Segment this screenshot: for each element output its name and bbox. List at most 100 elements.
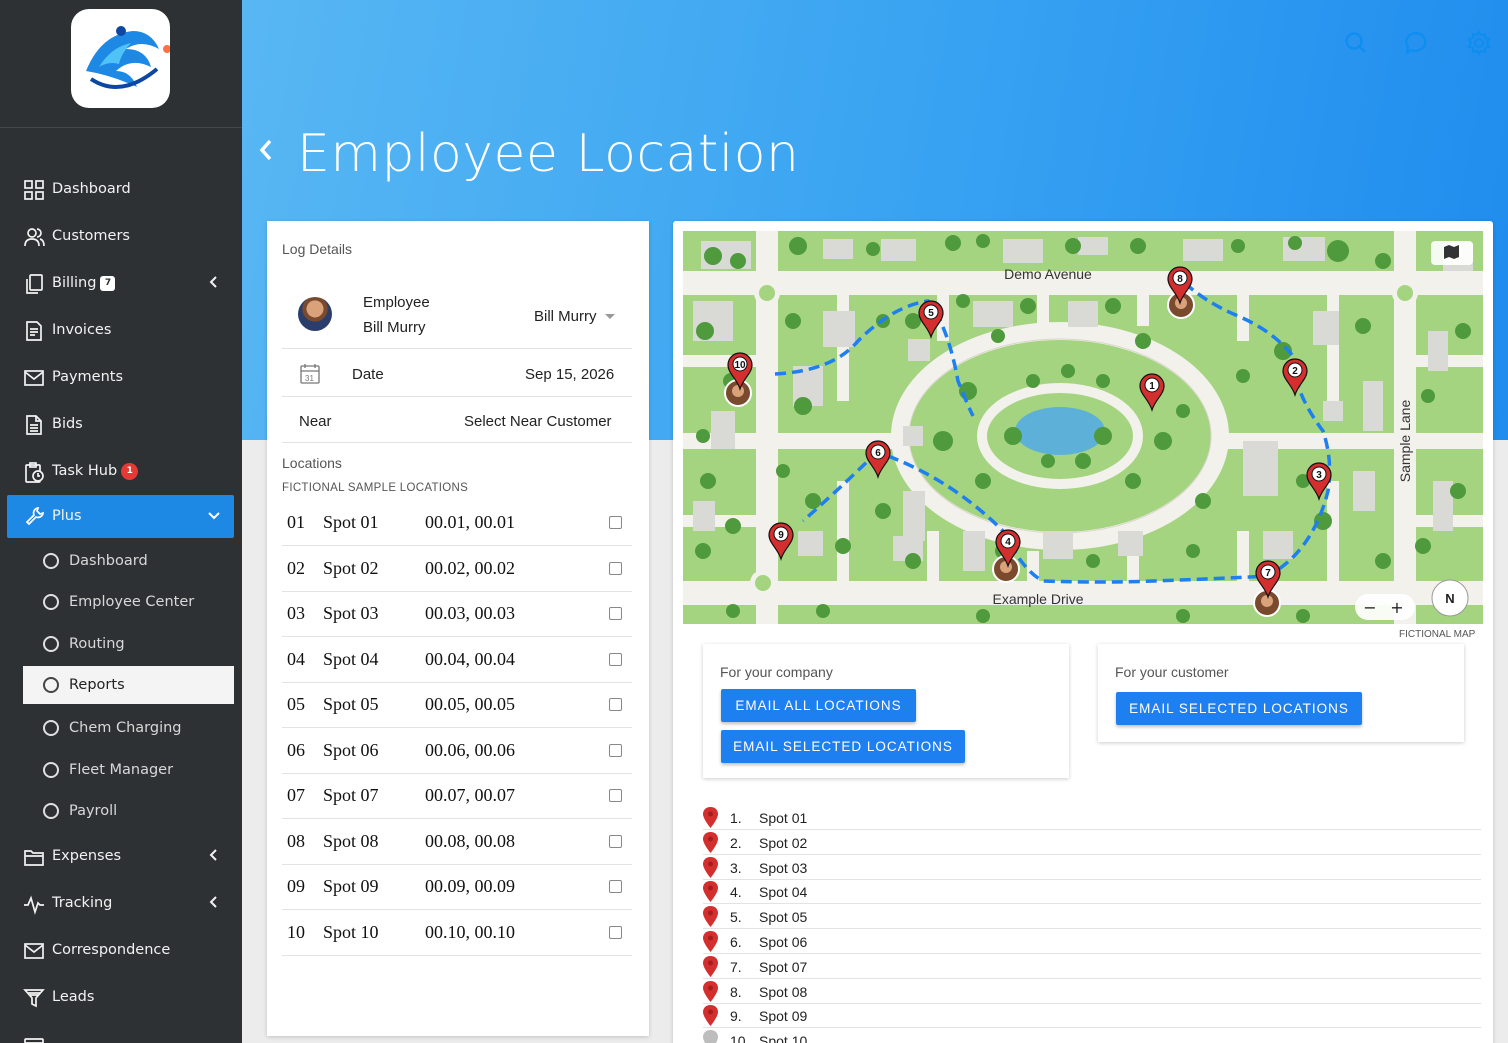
list-item[interactable]: 3. Spot 03: [703, 855, 1481, 880]
location-coords: 00.09, 00.09: [425, 876, 515, 896]
sidebar-item-expenses[interactable]: Expenses: [0, 837, 242, 877]
list-item[interactable]: 7. Spot 07: [703, 954, 1481, 979]
divider: [282, 442, 632, 443]
back-arrow-icon[interactable]: [256, 137, 276, 163]
map-pin-icon: [703, 881, 718, 903]
route-map[interactable]: Demo Avenue Example Drive Sample Lane 1 2…: [683, 231, 1483, 624]
list-item[interactable]: 9. Spot 09: [703, 1003, 1481, 1029]
sub-item-dashboard[interactable]: Dashboard: [23, 542, 234, 580]
map-layers-icon: [1444, 245, 1459, 259]
zoom-out-button: −: [1363, 598, 1376, 617]
sidebar-item-bids[interactable]: Bids: [0, 405, 242, 445]
sub-item-label: Routing: [69, 636, 125, 652]
location-spot: Spot 04: [323, 648, 379, 669]
location-checkbox[interactable]: [609, 834, 622, 848]
email-all-locations-button[interactable]: EMAIL ALL LOCATIONS: [721, 689, 916, 722]
sidebar-item-dashboard[interactable]: Dashboard: [0, 170, 242, 210]
email-selected-locations-company-button[interactable]: EMAIL SELECTED LOCATIONS: [721, 730, 965, 763]
chevron-left-icon[interactable]: [207, 275, 221, 289]
sub-item-payroll[interactable]: Payroll: [23, 792, 234, 830]
sidebar-item-correspondence[interactable]: Correspondence: [0, 931, 242, 971]
location-number: 05: [287, 694, 305, 714]
list-item[interactable]: 6. Spot 06: [703, 929, 1481, 954]
location-checkbox[interactable]: [609, 698, 622, 711]
location-checkbox[interactable]: [609, 607, 622, 620]
circle-icon: [43, 803, 59, 819]
search-icon[interactable]: [1343, 30, 1369, 56]
employee-avatar: [298, 297, 332, 331]
location-spot: Spot 02: [323, 557, 379, 578]
list-item-name: Spot 06: [759, 934, 808, 950]
location-row[interactable]: 10 Spot 10 00.10, 00.10: [282, 911, 632, 956]
list-item[interactable]: 10. Spot 10: [703, 1028, 1481, 1043]
sub-item-reports[interactable]: Reports: [23, 666, 234, 704]
location-checkbox[interactable]: [609, 925, 622, 939]
settings-icon[interactable]: [1466, 30, 1492, 56]
location-number: 06: [287, 739, 305, 760]
employee-select-value: Bill Murry: [534, 308, 597, 325]
sub-item-routing[interactable]: Routing: [23, 625, 234, 663]
location-checkbox[interactable]: [609, 880, 622, 893]
list-item-name: Spot 07: [759, 958, 808, 975]
logo-badge[interactable]: [71, 9, 170, 108]
sidebar-item-plus[interactable]: Plus: [7, 495, 234, 538]
sidebar-item-billing[interactable]: Billing 7: [0, 264, 242, 304]
map-marker-number: 5: [928, 308, 934, 319]
sub-item-chem-charging[interactable]: Chem Charging: [23, 709, 234, 747]
location-row[interactable]: 08 Spot 08 00.08, 00.08: [282, 820, 632, 865]
circle-icon: [43, 636, 59, 652]
location-row[interactable]: 01 Spot 01 00.01, 00.01: [282, 501, 632, 546]
date-value[interactable]: Sep 15, 2026: [525, 366, 614, 383]
location-row[interactable]: 05 Spot 05 00.05, 00.05: [282, 683, 632, 728]
list-item-name: Spot 02: [759, 834, 808, 851]
divider: [282, 348, 632, 349]
email-selected-locations-customer-button[interactable]: EMAIL SELECTED LOCATIONS: [1116, 692, 1362, 725]
sidebar-item-leads[interactable]: Leads: [0, 978, 242, 1018]
sub-item-fleet-manager[interactable]: Fleet Manager: [23, 751, 234, 789]
users-icon: [24, 228, 45, 247]
sidebar-item-label-wrap: Billing 7: [52, 275, 116, 291]
location-row[interactable]: 06 Spot 06 00.06, 00.06: [282, 729, 632, 774]
sidebar-item-label: Leads: [52, 989, 95, 1005]
list-item[interactable]: 1. Spot 01: [703, 805, 1481, 830]
sidebar-item-task-hub[interactable]: Task Hub 1: [0, 452, 242, 492]
chat-icon[interactable]: [1404, 30, 1430, 56]
location-row[interactable]: 03 Spot 03 00.03, 00.03: [282, 592, 632, 637]
list-item[interactable]: 4. Spot 04: [703, 879, 1481, 905]
chevron-left-icon[interactable]: [207, 895, 221, 909]
location-coords: 00.03, 00.03: [425, 603, 515, 623]
sidebar-item-tracking[interactable]: Tracking: [0, 884, 242, 924]
compass-north-label: N: [1445, 591, 1454, 606]
map-svg: Demo Avenue Example Drive Sample Lane 1 2…: [683, 231, 1483, 624]
location-row[interactable]: 07 Spot 07 00.07, 00.07: [282, 774, 632, 819]
location-row[interactable]: 09 Spot 09 00.09, 00.09: [282, 865, 632, 910]
location-row[interactable]: 02 Spot 02 00.02, 00.02: [282, 547, 632, 592]
map-pin-icon: [703, 980, 718, 1002]
location-row[interactable]: 04 Spot 04 00.04, 00.04: [282, 638, 632, 683]
list-item-number: 1.: [730, 810, 742, 826]
sidebar-item-customers[interactable]: Customers: [0, 217, 242, 257]
location-checkbox[interactable]: [609, 652, 622, 666]
list-item[interactable]: 8. Spot 08: [703, 979, 1481, 1004]
calendar-icon[interactable]: 31: [299, 363, 321, 385]
grid-icon: [24, 180, 44, 200]
location-checkbox[interactable]: [609, 561, 622, 575]
locations-title: Locations: [282, 455, 342, 471]
map-marker-number: 4: [1005, 537, 1011, 548]
map-marker-number: 6: [875, 448, 881, 459]
near-customer-select[interactable]: Select Near Customer: [464, 413, 612, 430]
chevron-down-icon[interactable]: [207, 508, 221, 522]
location-checkbox[interactable]: [609, 743, 622, 757]
mail-icon: [24, 943, 44, 959]
chevron-left-icon[interactable]: [207, 848, 221, 862]
sidebar-item-partial[interactable]: [0, 1025, 242, 1043]
sidebar-item-invoices[interactable]: Invoices: [0, 311, 242, 351]
employee-select[interactable]: Bill Murry: [534, 308, 615, 325]
sidebar-item-payments[interactable]: Payments: [0, 358, 242, 398]
list-item[interactable]: 2. Spot 02: [703, 830, 1481, 855]
location-checkbox[interactable]: [609, 516, 622, 529]
list-item[interactable]: 5. Spot 05: [703, 904, 1481, 930]
sub-item-employee-center[interactable]: Employee Center: [23, 583, 234, 621]
location-checkbox[interactable]: [609, 789, 622, 802]
location-coords: 00.02, 00.02: [425, 557, 515, 578]
